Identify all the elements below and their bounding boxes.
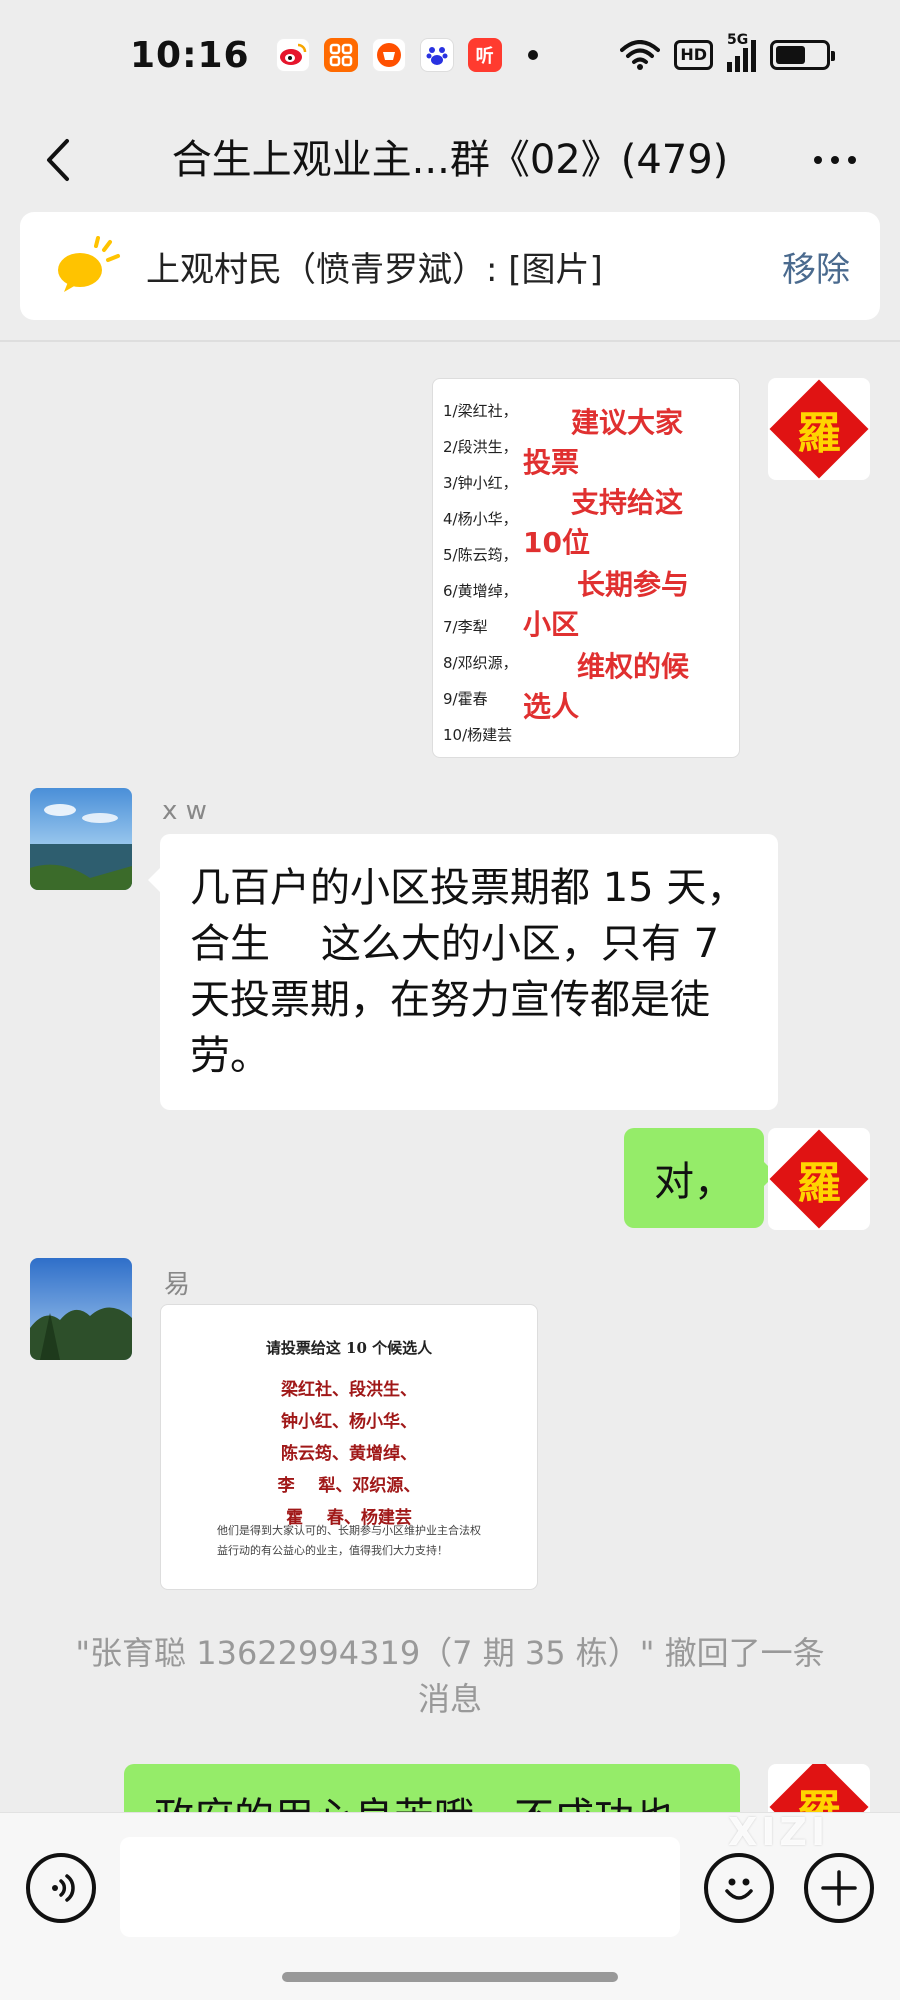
red-text-line: 投票 [523, 446, 580, 479]
voice-input-button[interactable] [26, 1853, 96, 1923]
status-indicators: HD 5G [620, 32, 835, 72]
yi-avatar[interactable] [30, 1258, 132, 1360]
red-text-line: 支持给这 [571, 486, 684, 519]
battery-icon [770, 40, 835, 70]
app-grid-icon [323, 38, 358, 72]
xw-avatar[interactable] [30, 788, 132, 890]
chat-header: 合生上观业主...群《02》(479) [0, 110, 900, 210]
sender-name: x w [162, 796, 207, 826]
image-message-candidates[interactable]: 1/梁红社， 2/段洪生， 3/钟小红， 4/杨小华， 5/陈云筠， 6/黄增绰… [432, 378, 740, 758]
sender-name: 易 [164, 1270, 191, 1300]
red-text-line: 选人 [523, 690, 580, 723]
red-text-line: 10位 [523, 526, 590, 559]
candidate-list: 1/梁红社， 2/段洪生， 3/钟小红， 4/杨小华， 5/陈云筠， 6/黄增绰… [443, 402, 518, 744]
status-bar: 10:16 听 HD 5G [0, 0, 900, 110]
pinned-text: 上观村民（愤青罗斌）: [图片] [146, 249, 603, 290]
more-actions-button[interactable] [804, 1853, 874, 1923]
emoji-icon [725, 1878, 753, 1900]
text-message[interactable]: 对， [624, 1128, 776, 1228]
red-text-line: 建议大家 [571, 406, 684, 439]
header-divider [0, 340, 900, 342]
taobao-icon [371, 38, 406, 72]
home-indicator[interactable] [282, 1972, 618, 1982]
hd-badge: HD [674, 40, 713, 70]
remove-pin-button[interactable]: 移除 [782, 242, 850, 291]
wifi-icon [620, 40, 661, 70]
red-text-line: 小区 [523, 608, 580, 641]
image-message-vote-poster[interactable]: 请投票给这 10 个候选人 梁红社、段洪生、 钟小红、杨小华、 陈云筠、黄增绰、… [160, 1304, 538, 1590]
plus-icon [821, 1870, 857, 1906]
recall-notice: "张育聪 13622994319（7 期 35 栋）" 撤回了一条消息 [75, 1634, 825, 1718]
my-avatar[interactable]: 羅 [768, 1764, 870, 1812]
back-button[interactable] [30, 132, 86, 188]
red-text-line: 维权的候 [577, 650, 690, 683]
chevron-left-icon [47, 139, 69, 181]
baidu-icon [419, 38, 454, 72]
red-text-line: 长期参与 [577, 568, 690, 601]
emoji-button[interactable] [704, 1853, 774, 1923]
notification-icons: 听 [275, 38, 538, 72]
watermark: XIZI [728, 1810, 830, 1854]
message-input[interactable] [120, 1837, 680, 1937]
voice-icon [52, 1874, 75, 1902]
chat-title: 合生上观业主...群《02》(479) [171, 137, 729, 183]
clock: 10:16 [130, 34, 250, 76]
weibo-icon [275, 38, 310, 72]
ting-icon: 听 [467, 38, 502, 72]
my-avatar[interactable]: 羅 [768, 378, 870, 480]
pin-sun-icon [50, 236, 126, 296]
signal-icon: 5G [727, 32, 756, 72]
text-message[interactable]: 几百户的小区投票期都 15 天， 合生 这么大的小区，只有 7 天投票期，在努力… [148, 834, 778, 1110]
pinned-message-bar[interactable]: 上观村民（愤青罗斌）: [图片] 移除 [20, 212, 880, 320]
my-avatar[interactable]: 羅 [768, 1128, 870, 1230]
more-options-button[interactable] [800, 132, 870, 188]
more-notifications-dot [527, 50, 538, 60]
